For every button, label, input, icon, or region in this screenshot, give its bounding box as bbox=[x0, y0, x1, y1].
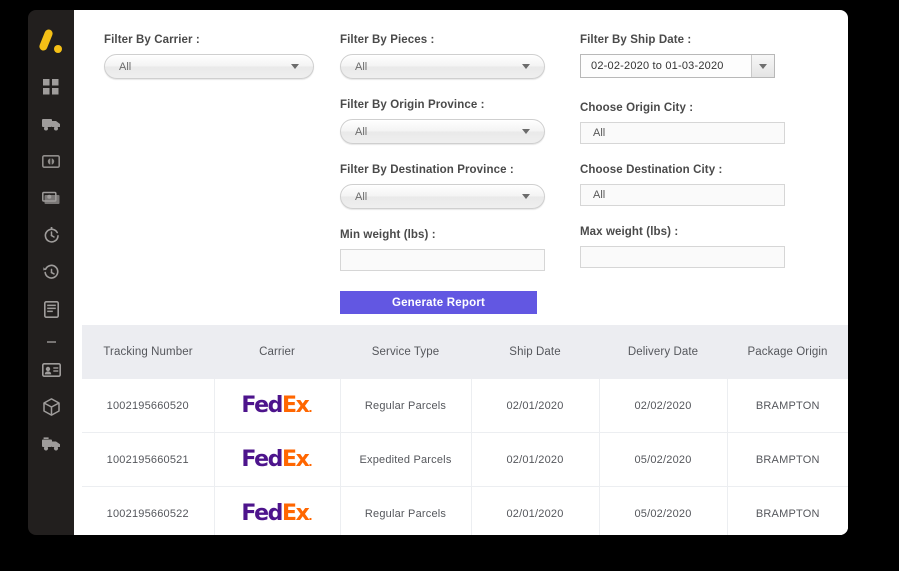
chevron-down-icon bbox=[522, 64, 530, 69]
filter-ship-date-select[interactable]: 02-02-2020 to 01-03-2020 bbox=[580, 54, 775, 78]
table-header-row: Tracking Number Carrier Service Type Shi… bbox=[82, 325, 848, 379]
column-header-service-type[interactable]: Service Type bbox=[340, 325, 471, 379]
cell-ship-date: 02/01/2020 bbox=[471, 432, 600, 487]
dashboard-grid-icon[interactable] bbox=[40, 76, 62, 98]
report-table: Tracking Number Carrier Service Type Shi… bbox=[82, 325, 848, 535]
cell-tracking-number: 1002195660521 bbox=[82, 432, 215, 487]
cell-tracking-number: 1002195660522 bbox=[82, 486, 215, 535]
filter-group-destination-city: Choose Destination City : All bbox=[580, 164, 785, 206]
cell-package-origin: BRAMPTON bbox=[727, 379, 848, 433]
filter-group-destination-province: Filter By Destination Province : All bbox=[340, 164, 545, 209]
logo-bar bbox=[38, 28, 54, 52]
filters-panel: Filter By Carrier : All Filter By Pieces… bbox=[74, 10, 848, 315]
origin-city-input[interactable]: All bbox=[580, 122, 785, 144]
cell-service-type: Expedited Parcels bbox=[340, 432, 472, 487]
chevron-down-icon bbox=[522, 194, 530, 199]
filter-column-2: Filter By Pieces : All Filter By Origin … bbox=[340, 34, 545, 314]
cell-delivery-date: 05/02/2020 bbox=[599, 432, 728, 487]
chevron-down-icon bbox=[759, 63, 767, 69]
filter-ship-date-value: 02-02-2020 to 01-03-2020 bbox=[591, 60, 724, 72]
cell-ship-date: 02/01/2020 bbox=[471, 486, 600, 535]
cell-carrier: FedEx. bbox=[214, 486, 341, 535]
logo-dot bbox=[54, 45, 62, 53]
truck-icon[interactable] bbox=[40, 113, 62, 135]
app-window: Filter By Carrier : All Filter By Pieces… bbox=[0, 0, 899, 571]
id-card-icon[interactable] bbox=[40, 359, 62, 381]
filter-min-weight-label: Min weight (lbs) : bbox=[340, 229, 436, 241]
filter-carrier-select[interactable]: All bbox=[104, 54, 314, 79]
history-clock-icon[interactable] bbox=[40, 261, 62, 283]
max-weight-input[interactable] bbox=[580, 246, 785, 268]
filter-destination-province-value: All bbox=[355, 190, 368, 203]
table-row[interactable]: 1002195660522 FedEx. Regular Parcels 02/01/… bbox=[82, 486, 848, 535]
filter-origin-province-label: Filter By Origin Province : bbox=[340, 99, 485, 111]
column-header-delivery-date[interactable]: Delivery Date bbox=[599, 325, 727, 379]
cash-stack-icon[interactable] bbox=[40, 187, 62, 209]
filter-carrier-label: Filter By Carrier : bbox=[104, 34, 200, 46]
cell-service-type: Regular Parcels bbox=[340, 379, 472, 433]
left-sidebar bbox=[28, 10, 74, 535]
filter-destination-city-label: Choose Destination City : bbox=[580, 164, 723, 176]
filter-column-1: Filter By Carrier : All bbox=[104, 34, 314, 99]
column-header-carrier[interactable]: Carrier bbox=[214, 325, 340, 379]
filter-pieces-select[interactable]: All bbox=[340, 54, 545, 79]
fedex-logo-icon: FedEx. bbox=[241, 500, 313, 526]
delivery-truck-icon[interactable] bbox=[40, 433, 62, 455]
chevron-down-icon bbox=[291, 64, 299, 69]
fedex-logo-icon: FedEx. bbox=[241, 392, 313, 418]
filter-carrier-value: All bbox=[119, 60, 132, 73]
ship-date-dropdown-button[interactable] bbox=[751, 55, 774, 77]
filter-column-3: Filter By Ship Date : 02-02-2020 to 01-0… bbox=[580, 34, 785, 288]
filter-group-origin-province: Filter By Origin Province : All bbox=[340, 99, 545, 144]
document-icon[interactable] bbox=[40, 298, 62, 320]
package-cube-icon[interactable] bbox=[40, 396, 62, 418]
stopwatch-icon[interactable] bbox=[40, 224, 62, 246]
filter-pieces-value: All bbox=[355, 60, 368, 73]
generate-report-button[interactable]: Generate Report bbox=[340, 291, 537, 314]
column-header-tracking-number[interactable]: Tracking Number bbox=[82, 325, 214, 379]
cell-ship-date: 02/01/2020 bbox=[471, 379, 600, 433]
column-header-ship-date[interactable]: Ship Date bbox=[471, 325, 599, 379]
filter-group-max-weight: Max weight (lbs) : bbox=[580, 226, 785, 268]
filter-group-pieces: Filter By Pieces : All bbox=[340, 34, 545, 79]
cell-package-origin: BRAMPTON bbox=[727, 432, 848, 487]
sidebar-separator bbox=[46, 341, 56, 343]
filter-origin-city-label: Choose Origin City : bbox=[580, 102, 694, 114]
cell-carrier: FedEx. bbox=[214, 432, 341, 487]
filter-destination-province-select[interactable]: All bbox=[340, 184, 545, 209]
filter-ship-date-label: Filter By Ship Date : bbox=[580, 34, 692, 46]
cell-package-origin: BRAMPTON bbox=[727, 486, 848, 535]
destination-city-value: All bbox=[593, 189, 606, 201]
money-card-icon[interactable] bbox=[40, 150, 62, 172]
cell-tracking-number: 1002195660520 bbox=[82, 379, 215, 433]
filter-pieces-label: Filter By Pieces : bbox=[340, 34, 435, 46]
filter-group-origin-city: Choose Origin City : All bbox=[580, 102, 785, 144]
cell-delivery-date: 02/02/2020 bbox=[599, 379, 728, 433]
cell-carrier: FedEx. bbox=[214, 379, 341, 433]
min-weight-input[interactable] bbox=[340, 249, 545, 271]
cell-delivery-date: 05/02/2020 bbox=[599, 486, 728, 535]
chevron-down-icon bbox=[522, 129, 530, 134]
filter-origin-province-value: All bbox=[355, 125, 368, 138]
app-logo[interactable] bbox=[38, 28, 64, 54]
filter-origin-province-select[interactable]: All bbox=[340, 119, 545, 144]
filter-group-carrier: Filter By Carrier : All bbox=[104, 34, 314, 79]
table-body: 1002195660520 FedEx. Regular Parcels 02/01/… bbox=[82, 379, 848, 535]
filter-destination-province-label: Filter By Destination Province : bbox=[340, 164, 514, 176]
table-row[interactable]: 1002195660520 FedEx. Regular Parcels 02/01/… bbox=[82, 379, 848, 433]
fedex-logo-icon: FedEx. bbox=[241, 446, 313, 472]
main-content: Filter By Carrier : All Filter By Pieces… bbox=[74, 10, 848, 535]
origin-city-value: All bbox=[593, 127, 606, 139]
column-header-package-origin[interactable]: Package Origin bbox=[727, 325, 848, 379]
table-row[interactable]: 1002195660521 FedEx. Expedited Parcels 02/0… bbox=[82, 432, 848, 487]
destination-city-input[interactable]: All bbox=[580, 184, 785, 206]
filter-max-weight-label: Max weight (lbs) : bbox=[580, 226, 679, 238]
filter-group-min-weight: Min weight (lbs) : bbox=[340, 229, 545, 271]
cell-service-type: Regular Parcels bbox=[340, 486, 472, 535]
filter-group-ship-date: Filter By Ship Date : 02-02-2020 to 01-0… bbox=[580, 34, 785, 78]
